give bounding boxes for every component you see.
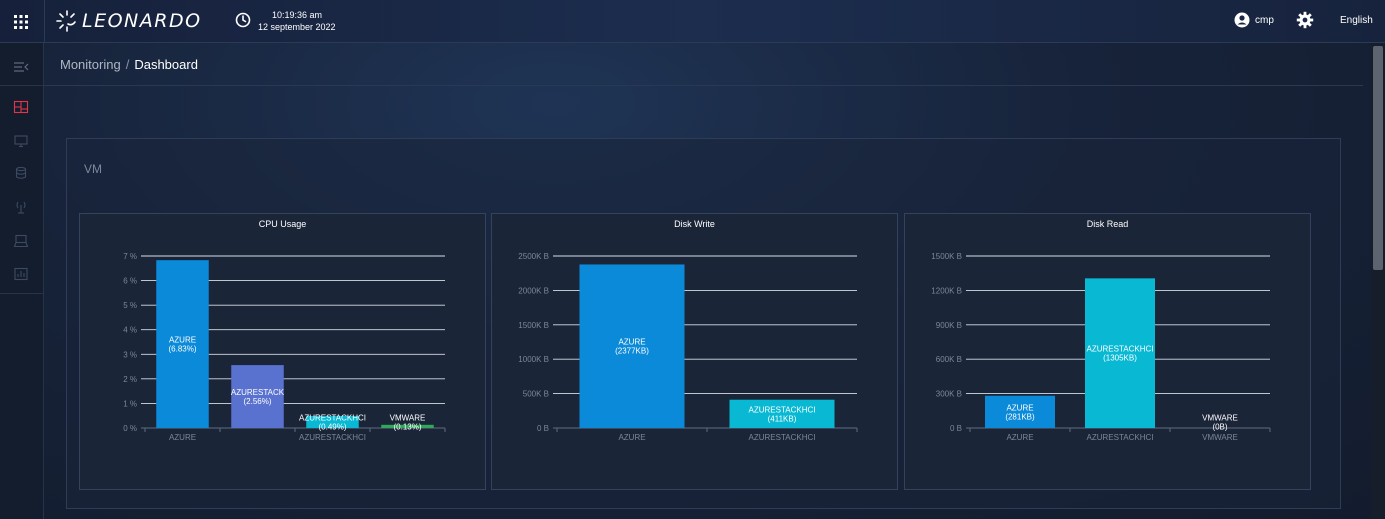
data-label-line: AZURESTACKHCI — [749, 405, 816, 414]
x-tick-label: VMWARE — [1202, 433, 1238, 442]
disk-write-chart-plot: 0 B 500K B 1000K B 1500K B 2000K B 2500K B AZU… — [518, 252, 858, 442]
data-label-line: (411KB) — [768, 414, 797, 423]
data-label-line: (0B) — [1212, 423, 1227, 432]
vm-section-title: VM — [84, 162, 102, 176]
leonardo-logo-icon — [56, 10, 76, 32]
data-label-line: AZURE — [1006, 403, 1033, 412]
monitor-icon[interactable] — [13, 134, 29, 148]
y-tick-label: 500K B — [523, 390, 549, 399]
y-tick-label: 4 % — [123, 326, 137, 335]
data-label-line: (0.13%) — [393, 423, 421, 432]
data-label-line: (0.49%) — [318, 423, 346, 432]
leonardo-logo: LEONARDO — [56, 9, 202, 33]
breadcrumb-current: Dashboard — [134, 57, 198, 72]
scrollbar-thumb[interactable] — [1373, 46, 1383, 270]
y-tick-label: 2 % — [123, 375, 137, 384]
breadcrumb: Monitoring / Dashboard — [60, 57, 198, 72]
data-label-line: VMWARE — [390, 414, 426, 423]
data-label-line: AZURE — [169, 336, 196, 345]
data-label: VMWARE (0B) — [1202, 414, 1238, 432]
data-label-line: (281KB) — [1005, 412, 1035, 421]
y-tick-label: 7 % — [123, 252, 137, 261]
breadcrumb-monitoring[interactable]: Monitoring — [60, 57, 121, 72]
cpu-usage-chart: CPU Usage 0 % 1 % 2 % 3 % 4 % 5 % 6 % 7 % AZURE(… — [79, 213, 486, 490]
sidebar-divider — [0, 293, 44, 294]
current-date: 12 september 2022 — [258, 22, 336, 32]
y-tick-label: 6 % — [123, 277, 137, 286]
user-name[interactable]: cmp — [1255, 15, 1274, 26]
data-label-line: AZURESTACK — [231, 388, 285, 397]
language-selector[interactable]: English — [1340, 15, 1373, 26]
data-label-line: (6.83%) — [168, 345, 196, 354]
data-label-line: (2.56%) — [243, 397, 271, 406]
report-icon[interactable] — [13, 267, 29, 281]
logo-text: LEONARDO — [82, 10, 202, 32]
x-tick-label: AZURESTACKHCI — [749, 433, 816, 442]
y-tick-label: 0 B — [950, 424, 962, 433]
disk-read-chart-plot: 0 B 300K B 600K B 900K B 1200K B 1500K B AZURE… — [931, 252, 1271, 442]
data-label-line: (2377KB) — [615, 347, 649, 356]
y-tick-label: 1500K B — [931, 252, 962, 261]
y-tick-label: 2500K B — [518, 252, 549, 261]
x-tick-label: AZURESTACKHCI — [1087, 433, 1154, 442]
y-tick-label: 900K B — [936, 321, 962, 330]
x-tick-label: AZURE — [618, 433, 645, 442]
x-tick-label: AZURE — [1006, 433, 1033, 442]
data-label-line: VMWARE — [1202, 414, 1238, 423]
collapse-menu-icon[interactable] — [13, 60, 29, 74]
breadcrumb-separator: / — [125, 57, 130, 72]
y-tick-label: 1500K B — [518, 321, 549, 330]
apps-grid-icon[interactable] — [12, 13, 30, 31]
y-tick-label: 5 % — [123, 301, 137, 310]
y-tick-label: 300K B — [936, 390, 962, 399]
sidebar — [0, 43, 44, 519]
gear-icon[interactable] — [1296, 11, 1314, 29]
data-label: AZURE (281KB) — [1005, 403, 1035, 421]
sidebar-divider — [0, 85, 44, 86]
dashboard-icon[interactable] — [13, 100, 29, 114]
cpu-usage-chart-plot: 0 %1 %2 %3 %4 %5 %6 %7 %AZURE (6.83%)AZUR… — [123, 252, 446, 442]
computer-icon[interactable] — [13, 234, 29, 248]
y-tick-label: 2000K B — [518, 286, 549, 295]
data-label-line: (1305KB) — [1103, 354, 1137, 363]
disk-write-chart: Disk Write 0 B 500K B 1000K B 1500K B 2000K … — [491, 213, 898, 490]
y-tick-label: 1200K B — [931, 286, 962, 295]
data-label: AZURE (6.83%) — [168, 336, 196, 354]
breadcrumb-divider — [44, 85, 1363, 86]
clock-icon — [235, 12, 251, 28]
data-label: AZURE (2377KB) — [615, 338, 649, 356]
data-label-line: AZURE — [618, 338, 645, 347]
y-tick-label: 3 % — [123, 350, 137, 359]
user-avatar-icon[interactable] — [1234, 12, 1250, 28]
y-tick-label: 600K B — [936, 355, 962, 364]
data-label-line: AZURESTACKHCI — [1087, 345, 1154, 354]
y-tick-label: 0 B — [537, 424, 549, 433]
y-tick-label: 1000K B — [518, 355, 549, 364]
y-tick-label: 1 % — [123, 399, 137, 408]
data-label: VMWARE (0.13%) — [390, 414, 426, 432]
antenna-icon[interactable] — [13, 200, 29, 214]
y-tick-label: 0 % — [123, 424, 137, 433]
x-tick-label: AZURESTACKHCI — [299, 433, 366, 442]
data-label-line: AZURESTACKHCI — [299, 414, 366, 423]
database-icon[interactable] — [13, 166, 29, 180]
current-time: 10:19:36 am — [272, 10, 323, 20]
disk-read-chart: Disk Read 0 B 300K B 600K B 900K B 1200K B 15… — [904, 213, 1311, 490]
top-bar: LEONARDO 10:19:36 am 12 september 2022 c… — [0, 0, 1385, 43]
header-divider — [44, 0, 45, 43]
x-tick-label: AZURE — [169, 433, 196, 442]
